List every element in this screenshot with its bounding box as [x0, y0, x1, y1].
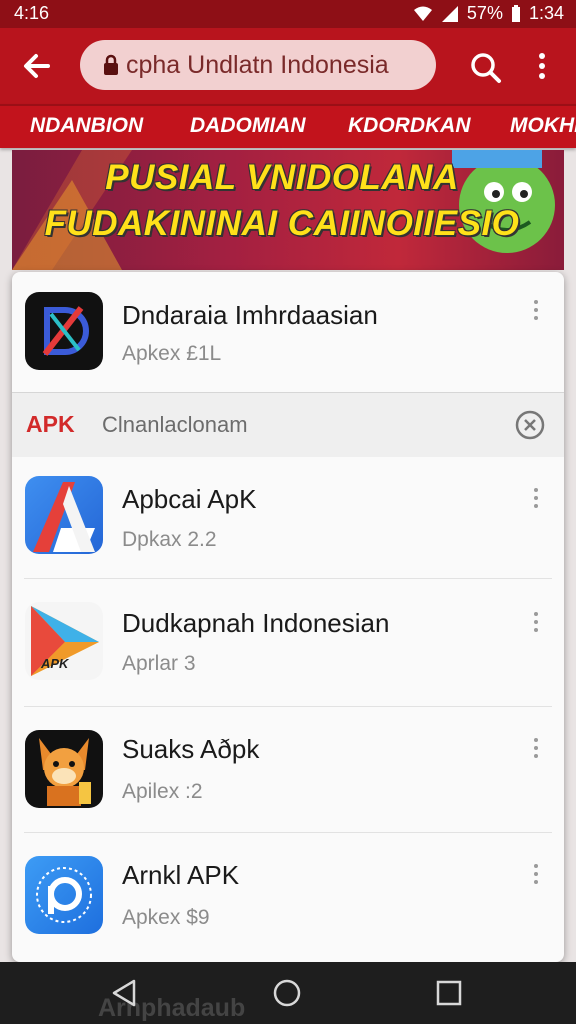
nav-recents-button[interactable]: [432, 976, 466, 1010]
system-nav-bar: Arnphadaub: [0, 962, 576, 1024]
browser-toolbar: cpha Undlatn Indonesia: [0, 28, 576, 104]
url-text: cpha Undlatn Indonesia: [126, 50, 389, 79]
battery-icon: [511, 4, 520, 22]
lock-icon: [102, 53, 120, 77]
app-list-item[interactable]: Apbcai ApK Dpkax 2.2: [12, 458, 564, 582]
p-logo-icon: [25, 856, 103, 934]
top-result-title: Dndaraia Imhrdaasian: [122, 300, 378, 330]
app-more-icon[interactable]: [528, 864, 544, 892]
tab-1[interactable]: NDANBION: [30, 114, 143, 138]
clear-icon: [515, 410, 545, 440]
nav-back-icon: [112, 979, 136, 1007]
nav-back-button[interactable]: [108, 976, 142, 1010]
apk-tag: APK: [26, 411, 75, 437]
search-button[interactable]: [466, 48, 506, 88]
search-icon: [471, 53, 501, 83]
back-button[interactable]: [18, 46, 58, 86]
status-clock: 1:34: [528, 3, 564, 23]
url-bar[interactable]: cpha Undlatn Indonesia: [80, 40, 436, 90]
back-arrow-icon: [24, 54, 50, 78]
app-list-item[interactable]: APK Dudkapnah Indonesian Aprlar 3: [12, 582, 564, 708]
nav-home-icon: [273, 979, 301, 1007]
signal-icon: [441, 5, 458, 22]
fox-mascot-icon: [25, 730, 103, 808]
app-title: Arnkl APK: [122, 860, 240, 890]
more-options-button[interactable]: [530, 48, 554, 88]
app-subtitle: Dpkax 2.2: [122, 528, 217, 551]
nav-home-button[interactable]: [270, 976, 304, 1010]
nav-recents-icon: [436, 980, 462, 1006]
app-title: Suaks Aðpk: [122, 734, 260, 764]
d-logo-icon: [25, 292, 103, 370]
tab-3[interactable]: KDORDKAN: [348, 114, 471, 138]
divider: [24, 832, 552, 833]
play-apk-icon: APK: [25, 602, 103, 680]
status-time: 4:16: [14, 3, 50, 23]
banner-headline-2: FUDAKININAI CAIINOIIESIO: [44, 204, 520, 243]
app-more-icon[interactable]: [528, 488, 544, 516]
app-list-item[interactable]: Arnkl APK Apkex $9: [12, 834, 564, 962]
app-title: Apbcai ApK: [122, 484, 257, 514]
tab-4[interactable]: MOKHN: [510, 114, 576, 138]
top-result-more-icon[interactable]: [528, 300, 544, 328]
section-title: Clnanlaclonam: [102, 412, 248, 437]
more-vert-icon: [539, 53, 545, 79]
apk-icon-label: APK: [41, 656, 69, 671]
a-logo-icon: [25, 476, 103, 554]
app-subtitle: Apkex $9: [122, 906, 210, 929]
clear-button[interactable]: [514, 409, 546, 441]
wifi-icon: [413, 6, 432, 21]
app-title: Dudkapnah Indonesian: [122, 608, 390, 638]
section-header: APK Clnanlaclonam: [12, 392, 564, 457]
app-more-icon[interactable]: [528, 738, 544, 766]
app-subtitle: Aprlar 3: [122, 652, 196, 675]
app-subtitle: Apilex :2: [122, 780, 203, 803]
category-tabs: NDANBION DADOMIAN KDORDKAN MOKHN: [0, 104, 576, 148]
banner-headline-1: PUSIAL VNIDOLANA: [105, 158, 459, 197]
status-icons: 57% 1:34: [413, 3, 564, 24]
top-result-item[interactable]: Dndaraia Imhrdaasian Apkex £1L: [12, 272, 564, 390]
top-result-subtitle: Apkex £1L: [122, 342, 222, 365]
app-more-icon[interactable]: [528, 612, 544, 640]
tab-2[interactable]: DADOMIAN: [190, 114, 306, 138]
battery-percent: 57%: [466, 3, 503, 23]
divider: [24, 578, 552, 579]
search-results-card: Dndaraia Imhrdaasian Apkex £1L APK Clnan…: [12, 272, 564, 962]
divider: [24, 706, 552, 707]
app-list-item[interactable]: Suaks Aðpk Apilex :2: [12, 708, 564, 834]
promo-banner[interactable]: PUSIAL VNIDOLANA FUDAKININAI CAIINOIIESI…: [12, 150, 564, 270]
status-bar: 4:16 57% 1:34: [0, 0, 576, 28]
